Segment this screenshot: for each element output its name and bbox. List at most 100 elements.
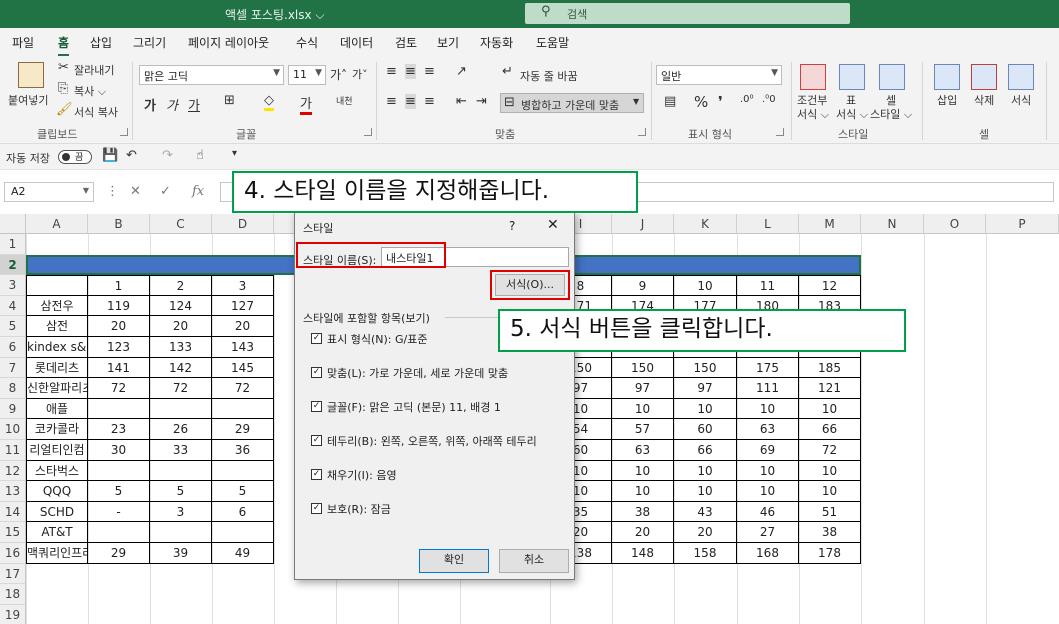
cond-format-label-2[interactable]: 서식 ⌵	[797, 106, 829, 122]
merge-center-button[interactable]: ⊟ 병합하고 가운데 맞춤 ▼	[500, 93, 644, 113]
cancel-icon[interactable]: ✕	[130, 184, 141, 199]
format-button[interactable]: 서식	[1011, 92, 1031, 108]
cell-b8[interactable]: 72	[88, 378, 150, 399]
format-painter-icon[interactable]: 🖌	[56, 102, 73, 117]
cell-d16[interactable]: 49	[212, 543, 274, 564]
column-header-j[interactable]: J	[612, 214, 674, 234]
checkbox-fill[interactable]: ✓	[311, 469, 322, 480]
tab-insert[interactable]: 삽입	[90, 34, 112, 51]
clipboard-launcher-icon[interactable]	[120, 128, 128, 136]
cell-k15[interactable]: 20	[674, 522, 737, 543]
cell-d11[interactable]: 36	[212, 440, 274, 461]
cell-j12[interactable]: 10	[612, 460, 674, 482]
cell-b10[interactable]: 23	[88, 419, 150, 440]
cell-c8[interactable]: 72	[150, 378, 212, 399]
cell-c4[interactable]: 124	[150, 295, 212, 317]
format-cells-icon[interactable]	[1008, 64, 1034, 90]
cell-j7[interactable]: 150	[612, 357, 674, 379]
cell-j13[interactable]: 10	[612, 481, 674, 502]
row-header-3[interactable]: 3	[0, 275, 26, 296]
accounting-icon[interactable]: ▤	[664, 94, 676, 109]
row-header-2[interactable]: 2	[0, 254, 26, 276]
cell-c10[interactable]: 26	[150, 419, 212, 440]
format-painter-button[interactable]: 서식 복사	[74, 104, 118, 120]
format-as-table-icon[interactable]	[839, 64, 865, 90]
cell-d5[interactable]: 20	[212, 316, 274, 337]
checkbox-protection[interactable]: ✓	[311, 503, 322, 514]
cell-a9[interactable]: 애플	[26, 398, 88, 420]
italic-icon[interactable]: 가	[166, 95, 178, 114]
cell-c5[interactable]: 20	[150, 316, 212, 337]
cell-d3[interactable]: 3	[212, 275, 274, 296]
cell-l14[interactable]: 46	[737, 501, 799, 523]
cell-k14[interactable]: 43	[674, 501, 737, 523]
checkbox-alignment[interactable]: ✓	[311, 367, 322, 378]
cell-d9[interactable]	[212, 398, 274, 420]
cell-d12[interactable]	[212, 460, 274, 482]
cell-d6[interactable]: 143	[212, 337, 274, 358]
cell-k11[interactable]: 66	[674, 440, 737, 461]
cell-b13[interactable]: 5	[88, 481, 150, 502]
cell-m13[interactable]: 10	[799, 481, 861, 502]
cell-a11[interactable]: 리얼티인컴	[26, 440, 88, 461]
cell-d4[interactable]: 127	[212, 295, 274, 317]
decrease-font-icon[interactable]: 가˅	[352, 66, 368, 82]
cell-m3[interactable]: 12	[799, 275, 861, 296]
column-header-c[interactable]: C	[150, 214, 212, 234]
cell-d15[interactable]	[212, 522, 274, 543]
search-box[interactable]: ⚲ 검색	[525, 3, 850, 24]
cell-l12[interactable]: 10	[737, 460, 799, 482]
cell-m11[interactable]: 72	[799, 440, 861, 461]
column-header-a[interactable]: A	[26, 214, 88, 234]
tab-help[interactable]: 도움말	[536, 34, 569, 51]
cut-icon[interactable]: ✂	[58, 60, 69, 75]
enter-icon[interactable]: ✓	[160, 184, 171, 199]
comma-icon[interactable]: ❜	[718, 93, 723, 111]
touch-mode-icon[interactable]: ☝	[196, 148, 204, 163]
cell-b11[interactable]: 30	[88, 440, 150, 461]
checkbox-border[interactable]: ✓	[311, 435, 322, 446]
cell-l15[interactable]: 27	[737, 522, 799, 543]
delete-cells-icon[interactable]	[971, 64, 997, 90]
cell-m12[interactable]: 10	[799, 460, 861, 482]
font-launcher-icon[interactable]	[364, 128, 372, 136]
row-header-11[interactable]: 11	[0, 440, 26, 461]
cell-k8[interactable]: 97	[674, 378, 737, 399]
cell-b15[interactable]	[88, 522, 150, 543]
cell-j15[interactable]: 20	[612, 522, 674, 543]
cell-m15[interactable]: 38	[799, 522, 861, 543]
insert-button[interactable]: 삽입	[937, 92, 957, 108]
cell-c11[interactable]: 33	[150, 440, 212, 461]
font-name-select[interactable]: 맑은 고딕 ▼	[139, 65, 284, 85]
cell-m16[interactable]: 178	[799, 543, 861, 564]
cell-b6[interactable]: 123	[88, 337, 150, 358]
number-launcher-icon[interactable]	[776, 128, 784, 136]
align-bottom-icon[interactable]: ≡	[424, 64, 435, 79]
row-header-18[interactable]: 18	[0, 584, 26, 605]
cell-j9[interactable]: 10	[612, 398, 674, 420]
tab-review[interactable]: 검토	[395, 34, 417, 51]
cell-style-label-2[interactable]: 스타일 ⌵	[870, 106, 912, 122]
cell-a14[interactable]: SCHD	[26, 501, 88, 523]
cell-k7[interactable]: 150	[674, 357, 737, 379]
cell-l8[interactable]: 111	[737, 378, 799, 399]
insert-cells-icon[interactable]	[934, 64, 960, 90]
close-icon[interactable]: ✕	[547, 217, 559, 233]
cell-b5[interactable]: 20	[88, 316, 150, 337]
row-header-9[interactable]: 9	[0, 398, 26, 420]
document-title[interactable]: 액셀 포스팅.xlsx ⌵	[225, 6, 325, 23]
increase-indent-icon[interactable]: ⇥	[476, 94, 487, 109]
alignment-launcher-icon[interactable]	[638, 128, 646, 136]
cell-a10[interactable]: 코카콜라	[26, 419, 88, 440]
insert-function-icon[interactable]: fx	[192, 184, 204, 199]
font-size-select[interactable]: 11 ▼	[288, 65, 326, 85]
tab-file[interactable]: 파일	[12, 34, 34, 51]
cell-l7[interactable]: 175	[737, 357, 799, 379]
cell-j11[interactable]: 63	[612, 440, 674, 461]
cell-k10[interactable]: 60	[674, 419, 737, 440]
underline-icon[interactable]: 가	[188, 95, 200, 114]
cell-l3[interactable]: 11	[737, 275, 799, 296]
borders-icon[interactable]: ⊞	[224, 93, 235, 108]
tab-view[interactable]: 보기	[437, 34, 459, 51]
tab-page-layout[interactable]: 페이지 레이아웃	[188, 34, 269, 51]
